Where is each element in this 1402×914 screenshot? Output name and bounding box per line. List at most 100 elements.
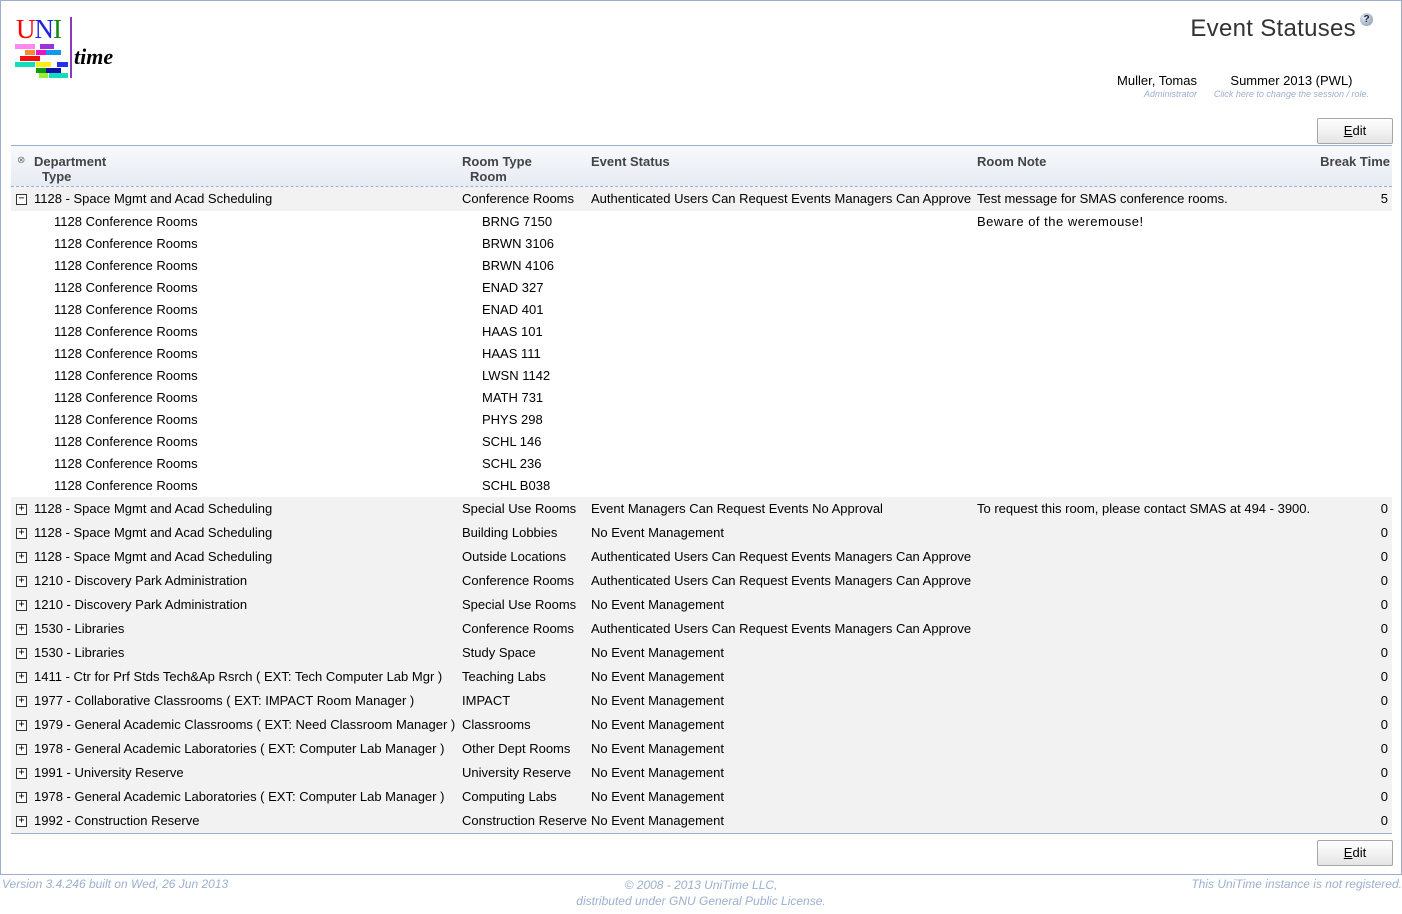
cell-department: 1978 - General Academic Laboratories ( E… — [34, 789, 445, 804]
column-header-break-time[interactable]: Break Time — [1320, 154, 1390, 169]
expand-icon[interactable]: + — [16, 792, 27, 803]
collapse-all-icon[interactable]: ⊗ — [17, 155, 25, 166]
table-row-room[interactable]: 1128 Conference Rooms SCHL 146 — [11, 431, 1392, 453]
cell-room: ENAD 401 — [482, 302, 544, 317]
expand-icon[interactable]: + — [16, 576, 27, 587]
cell-break-time: 5 — [1380, 191, 1388, 206]
table-row-group[interactable]: +1977 - Collaborative Classrooms ( EXT: … — [11, 689, 1392, 713]
column-header-room-type[interactable]: Room Type Room — [462, 154, 532, 184]
cell-room: HAAS 101 — [482, 324, 543, 339]
table-row-group[interactable]: +1128 - Space Mgmt and Acad Scheduling Sp… — [11, 497, 1392, 521]
user-info[interactable]: Muller, Tomas Administrator — [1117, 73, 1197, 99]
table-row-group[interactable]: +1978 - General Academic Laboratories ( … — [11, 737, 1392, 761]
table-row-group[interactable]: +1530 - Libraries Study Space No Event Man… — [11, 641, 1392, 665]
cell-type: 1128 Conference Rooms — [54, 280, 198, 295]
table-row-group[interactable]: +1991 - University Reserve University Res… — [11, 761, 1392, 785]
table-row-group[interactable]: +1992 - Construction Reserve Construction… — [11, 809, 1392, 833]
page-title: Event Statuses — [1190, 15, 1356, 42]
expand-icon[interactable]: + — [16, 552, 27, 563]
cell-room-note: To request this room, please contact SMA… — [977, 501, 1311, 516]
unitime-logo[interactable]: UNI time — [14, 16, 124, 78]
cell-type: 1128 Conference Rooms — [54, 258, 198, 273]
cell-type: 1128 Conference Rooms — [54, 214, 198, 229]
expand-icon[interactable]: + — [16, 816, 27, 827]
cell-room-type: University Reserve — [462, 765, 572, 780]
cell-room: BRNG 7150 — [482, 214, 553, 229]
table-row-group[interactable]: +1530 - Libraries Conference Rooms Authent… — [11, 617, 1392, 641]
table-row-room[interactable]: 1128 Conference Rooms BRNG 7150 Beware of … — [11, 211, 1392, 233]
cell-department: 1992 - Construction Reserve — [34, 813, 200, 828]
cell-event-status: No Event Management — [591, 789, 724, 804]
edit-button-top[interactable]: Edit — [1317, 118, 1393, 144]
help-icon[interactable]: ? — [1360, 13, 1373, 26]
table-row-room[interactable]: 1128 Conference Rooms PHYS 298 — [11, 409, 1392, 431]
cell-event-status: Authenticated Users Can Request Events M… — [591, 573, 972, 588]
cell-room: BRWN 3106 — [482, 236, 555, 251]
logo-letter-i: I — [53, 14, 62, 44]
expand-icon[interactable]: + — [16, 720, 27, 731]
cell-department: 1530 - Libraries — [34, 645, 125, 660]
cell-type: 1128 Conference Rooms — [54, 478, 198, 493]
cell-department: 1530 - Libraries — [34, 621, 125, 636]
cell-type: 1128 Conference Rooms — [54, 368, 198, 383]
cell-break-time: 0 — [1380, 693, 1388, 708]
cell-type: 1128 Conference Rooms — [54, 346, 198, 361]
expand-icon[interactable]: + — [16, 672, 27, 683]
cell-break-time: 0 — [1380, 765, 1388, 780]
table-row-group[interactable]: +1210 - Discovery Park Administration Spe… — [11, 593, 1392, 617]
expand-icon[interactable]: + — [16, 648, 27, 659]
column-header-room-note[interactable]: Room Note — [977, 154, 1046, 169]
table-row-group[interactable]: +1411 - Ctr for Prf Stds Tech&Ap Rsrch (… — [11, 665, 1392, 689]
logo-timetable-icon — [15, 44, 68, 78]
table-row-group[interactable]: +1128 - Space Mgmt and Acad Scheduling Bu… — [11, 521, 1392, 545]
session-info[interactable]: Summer 2013 (PWL) Click here to change t… — [1214, 73, 1369, 99]
table-row-expanded-group[interactable]: − 1128 - Space Mgmt and Acad Scheduling … — [11, 187, 1392, 211]
table-row-group[interactable]: +1979 - General Academic Classrooms ( EX… — [11, 713, 1392, 737]
table-row-room[interactable]: 1128 Conference Rooms SCHL 236 — [11, 453, 1392, 475]
footer-copyright-line2[interactable]: distributed under GNU General Public Lic… — [0, 893, 1402, 909]
session-change-hint[interactable]: Click here to change the session / role. — [1214, 89, 1369, 99]
expand-icon[interactable]: + — [16, 744, 27, 755]
table-row-room[interactable]: 1128 Conference Rooms ENAD 401 — [11, 299, 1392, 321]
cell-department: 1128 - Space Mgmt and Acad Scheduling — [34, 525, 273, 540]
collapse-icon[interactable]: − — [16, 194, 27, 205]
table-row-group[interactable]: +1210 - Discovery Park Administration Con… — [11, 569, 1392, 593]
cell-room: PHYS 298 — [482, 412, 543, 427]
expand-icon[interactable]: + — [16, 696, 27, 707]
table-bottom-divider — [11, 833, 1392, 834]
table-row-group[interactable]: +1128 - Space Mgmt and Acad Scheduling Ou… — [11, 545, 1392, 569]
cell-event-status: No Event Management — [591, 765, 724, 780]
table-row-room[interactable]: 1128 Conference Rooms MATH 731 — [11, 387, 1392, 409]
expand-icon[interactable]: + — [16, 504, 27, 515]
cell-room-type: Special Use Rooms — [462, 501, 577, 516]
cell-break-time: 0 — [1380, 525, 1388, 540]
cell-event-status: Authenticated Users Can Request Events M… — [591, 621, 972, 636]
table-row-room[interactable]: 1128 Conference Rooms LWSN 1142 — [11, 365, 1392, 387]
logo-time-text: time — [74, 44, 114, 69]
column-header-event-status[interactable]: Event Status — [591, 154, 670, 169]
room-header-label: Room — [470, 169, 507, 184]
expand-icon[interactable]: + — [16, 624, 27, 635]
table-row-room[interactable]: 1128 Conference Rooms ENAD 327 — [11, 277, 1392, 299]
column-header-department[interactable]: Department Type — [34, 154, 106, 184]
table-row-room[interactable]: 1128 Conference Rooms BRWN 3106 — [11, 233, 1392, 255]
expand-icon[interactable]: + — [16, 600, 27, 611]
department-header-label: Department — [34, 154, 107, 169]
table-row-room[interactable]: 1128 Conference Rooms HAAS 101 — [11, 321, 1392, 343]
table-row-room[interactable]: 1128 Conference Rooms SCHL B038 — [11, 475, 1392, 497]
cell-event-status: Authenticated Users Can Request Events M… — [591, 191, 972, 206]
expand-icon[interactable]: + — [16, 768, 27, 779]
cell-break-time: 0 — [1380, 573, 1388, 588]
table-row-group[interactable]: +1978 - General Academic Laboratories ( … — [11, 785, 1392, 809]
edit-button-bottom[interactable]: Edit — [1317, 840, 1393, 866]
cell-type: 1128 Conference Rooms — [54, 236, 198, 251]
table-row-room[interactable]: 1128 Conference Rooms HAAS 111 — [11, 343, 1392, 365]
table-row-room[interactable]: 1128 Conference Rooms BRWN 4106 — [11, 255, 1392, 277]
cell-department: 1128 - Space Mgmt and Acad Scheduling — [34, 549, 273, 564]
footer-registration[interactable]: This UniTime instance is not registered. — [1191, 877, 1402, 891]
expand-icon[interactable]: + — [16, 528, 27, 539]
logo-letter-u: U — [16, 14, 35, 44]
cell-room: SCHL 146 — [482, 434, 542, 449]
logo-divider — [70, 17, 72, 78]
cell-department: 1991 - University Reserve — [34, 765, 184, 780]
